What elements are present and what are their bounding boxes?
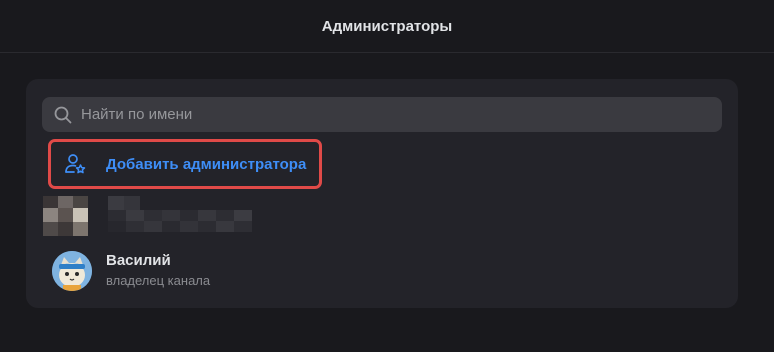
redacted-role — [108, 210, 253, 232]
cat-avatar-icon — [52, 251, 92, 291]
add-admin-button[interactable]: Добавить администратора — [48, 139, 322, 189]
search-input[interactable] — [73, 97, 722, 132]
avatar — [52, 251, 92, 291]
admin-name: Василий — [106, 252, 171, 269]
redacted-name — [108, 196, 140, 210]
admin-role: владелец канала — [106, 273, 211, 288]
search-icon — [54, 106, 72, 123]
user-star-icon — [65, 154, 86, 174]
admin-row-owner[interactable]: Василий владелец канала — [42, 243, 722, 299]
add-admin-label: Добавить администратора — [106, 155, 307, 173]
redacted-avatar — [43, 196, 88, 236]
redacted-admin-row[interactable] — [43, 196, 263, 236]
search-bar[interactable] — [42, 97, 722, 132]
page-header: Администраторы — [0, 0, 774, 53]
admins-card: Добавить администратора — [26, 79, 738, 308]
page-title: Администраторы — [321, 17, 453, 35]
